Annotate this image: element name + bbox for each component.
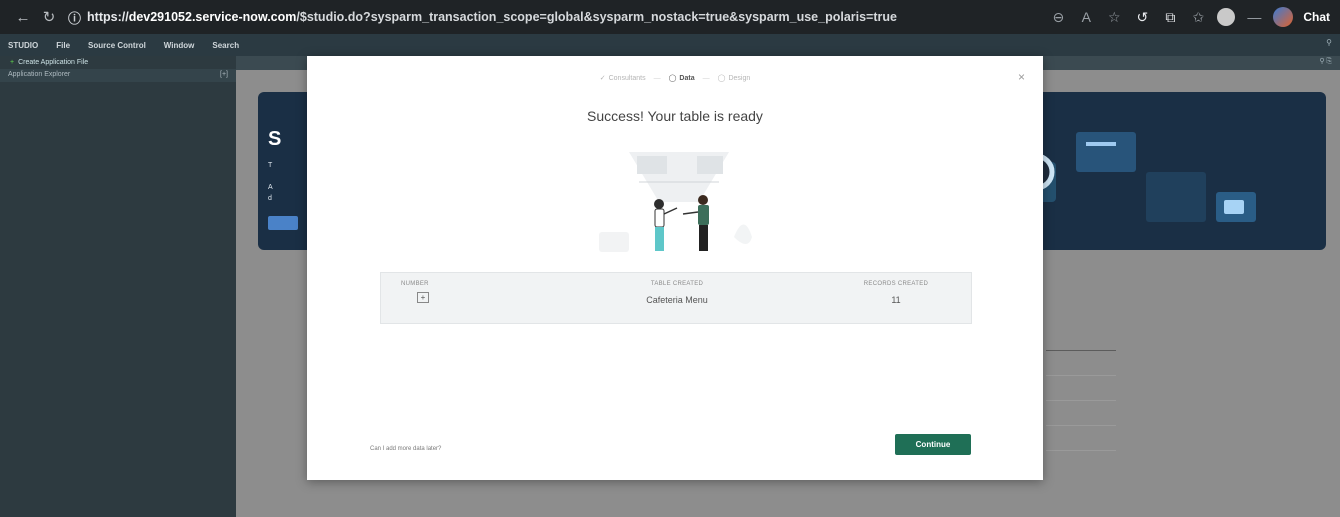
step-design: ◯ Design <box>717 74 751 83</box>
favorite-star-icon[interactable]: ☆ <box>1105 9 1123 26</box>
expand-icon[interactable]: + <box>417 292 429 303</box>
explorer-toggle[interactable]: [+] <box>220 71 228 80</box>
background-list-lines <box>1046 350 1116 480</box>
table-created-column: TABLE CREATED Cafeteria Menu <box>581 281 773 305</box>
step-consultants: ✓ Consultants <box>599 74 646 83</box>
explorer-label: Application Explorer <box>8 71 71 78</box>
create-label: Create Application File <box>18 59 89 66</box>
browser-toolbar: ← ↻ ⓘ https://dev291052.service-now.com /… <box>0 0 1340 34</box>
table-ready-modal: × ✓ Consultants — ◯ Data — ◯ Design Succ… <box>307 56 1043 480</box>
add-more-data-link[interactable]: Can I add more data later? <box>370 446 441 452</box>
records-created-column: RECORDS CREATED 11 <box>841 281 951 305</box>
url-prefix: https:// <box>87 10 129 24</box>
menu-search[interactable]: Search <box>212 41 239 50</box>
site-info-icon[interactable]: ⓘ <box>68 8 81 27</box>
copilot-icon[interactable] <box>1273 7 1294 27</box>
more-menu-icon[interactable]: — <box>1245 9 1263 25</box>
table-created-header: TABLE CREATED <box>650 281 704 287</box>
result-summary-card: NUMBER + TABLE CREATED Cafeteria Menu RE… <box>380 272 972 324</box>
studio-menu-bar: STUDIO File Source Control Window Search… <box>0 34 1340 56</box>
address-bar[interactable]: ⓘ https://dev291052.service-now.com/$stu… <box>68 5 988 29</box>
profile-avatar[interactable] <box>1217 8 1236 26</box>
records-created-value: 11 <box>891 295 901 305</box>
menu-file[interactable]: File <box>56 41 70 50</box>
application-explorer-header[interactable]: Application Explorer [+] <box>0 69 236 82</box>
step-label: Consultants <box>608 74 646 82</box>
zoom-icon[interactable]: ⊖ <box>1049 9 1067 26</box>
step-label: Data <box>679 74 695 82</box>
number-column: NUMBER + <box>401 281 461 305</box>
records-created-header: RECORDS CREATED <box>863 281 929 287</box>
application-sidebar: + Create Application File Application Exp… <box>0 56 236 517</box>
url-host: dev291052.service-now.com <box>128 10 297 24</box>
table-created-value: Cafeteria Menu <box>646 295 708 305</box>
read-aloud-icon[interactable]: A <box>1077 9 1095 25</box>
studio-header-links[interactable]: ⚲ ⎘ <box>1319 57 1332 66</box>
browser-actions: ⊖ A ☆ ↺ ⧉ ✩ — Chat <box>1049 0 1330 34</box>
continue-button[interactable]: Continue <box>895 434 971 455</box>
menu-source-control[interactable]: Source Control <box>88 41 146 50</box>
banner-button[interactable] <box>268 216 298 230</box>
create-application-file-button[interactable]: + Create Application File <box>0 56 236 69</box>
banner-title-fragment: S <box>268 128 282 150</box>
step-separator: — <box>702 74 710 82</box>
banner-text-fragment: TAd <box>268 162 273 202</box>
menu-studio[interactable]: STUDIO <box>8 41 38 50</box>
url-path: /$studio.do?sysparm_transaction_scope=gl… <box>296 10 897 24</box>
step-separator: — <box>653 74 661 82</box>
number-header: NUMBER <box>401 281 429 287</box>
refresh-circle-icon[interactable]: ↺ <box>1133 9 1151 26</box>
chat-label[interactable]: Chat <box>1303 10 1330 24</box>
refresh-icon[interactable]: ↻ <box>36 8 62 26</box>
success-illustration <box>599 152 752 252</box>
step-label: Design <box>728 74 751 82</box>
plus-icon: + <box>10 59 15 66</box>
wizard-stepper: ✓ Consultants — ◯ Data — ◯ Design <box>307 74 1043 83</box>
favorites-icon[interactable]: ✩ <box>1189 9 1207 26</box>
step-data: ◯ Data <box>668 74 695 83</box>
extensions-icon[interactable]: ⧉ <box>1161 9 1179 26</box>
modal-title: Success! Your table is ready <box>587 108 763 124</box>
menu-user-icon[interactable]: ⚲ <box>1326 38 1332 47</box>
menu-window[interactable]: Window <box>164 41 195 50</box>
back-icon[interactable]: ← <box>10 9 36 26</box>
